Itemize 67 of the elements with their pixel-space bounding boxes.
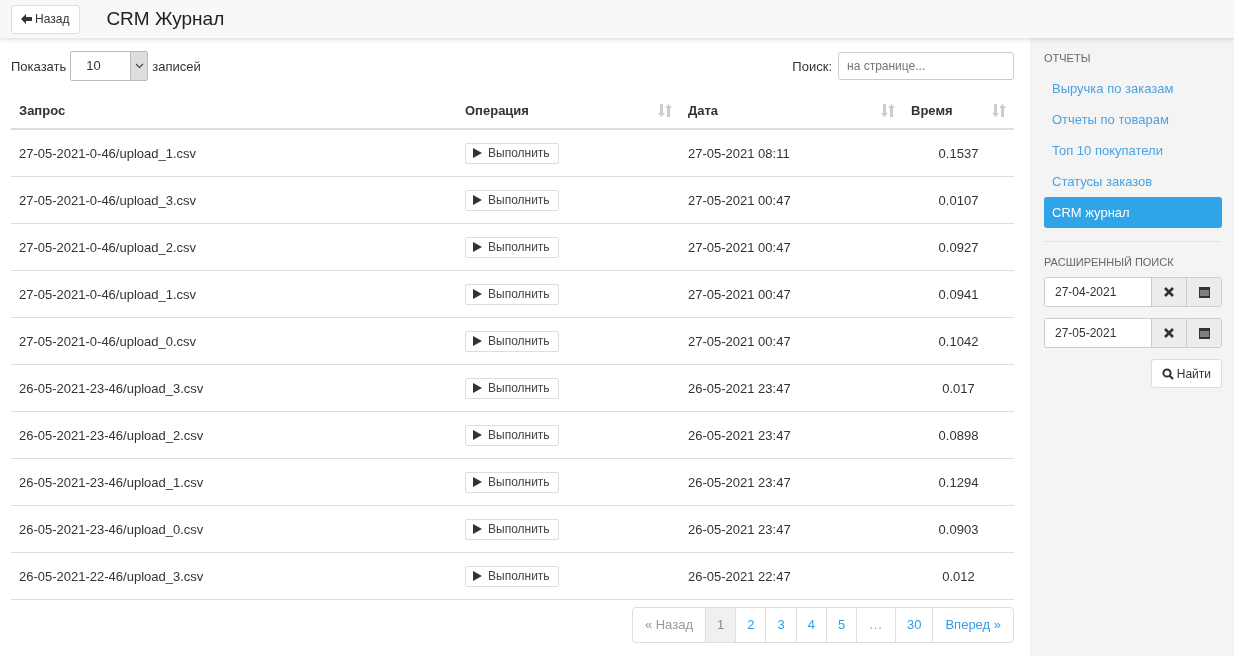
date-cell: 27-05-2021 08:11 bbox=[688, 145, 790, 161]
date-cell: 27-05-2021 00:47 bbox=[688, 192, 791, 208]
run-button[interactable]: Выполнить bbox=[465, 565, 559, 587]
request-cell: 27-05-2021-0-46/upload_2.csv bbox=[19, 239, 197, 255]
time-cell: 0.0941 bbox=[938, 286, 979, 302]
date-cell: 26-05-2021 23:47 bbox=[688, 474, 791, 490]
request-cell: 27-05-2021-0-46/upload_3.csv bbox=[19, 192, 197, 208]
run-button[interactable]: Выполнить bbox=[465, 189, 559, 211]
run-button[interactable]: Выполнить bbox=[465, 518, 559, 540]
time-cell: 0.0927 bbox=[938, 239, 979, 255]
find-button[interactable]: Найти bbox=[1150, 359, 1222, 388]
play-icon bbox=[473, 571, 482, 581]
date-cell: 27-05-2021 00:47 bbox=[688, 286, 791, 302]
search-label: Поиск: bbox=[792, 58, 832, 74]
play-icon bbox=[473, 242, 482, 252]
request-cell: 26-05-2021-23-46/upload_2.csv bbox=[19, 427, 204, 443]
play-icon bbox=[473, 430, 482, 440]
entries-label: записей bbox=[152, 58, 201, 74]
play-icon bbox=[473, 289, 482, 299]
request-cell: 26-05-2021-22-46/upload_3.csv bbox=[19, 568, 204, 584]
column-header[interactable]: Дата bbox=[688, 102, 719, 118]
run-button[interactable]: Выполнить bbox=[465, 424, 559, 446]
date-cell: 26-05-2021 23:47 bbox=[688, 380, 791, 396]
date-cell: 27-05-2021 00:47 bbox=[688, 333, 791, 349]
request-cell: 26-05-2021-23-46/upload_3.csv bbox=[19, 380, 204, 396]
date-cell: 26-05-2021 23:47 bbox=[688, 521, 791, 537]
date-cell: 27-05-2021 00:47 bbox=[688, 239, 791, 255]
play-icon bbox=[473, 524, 482, 534]
request-cell: 27-05-2021-0-46/upload_0.csv bbox=[19, 333, 197, 349]
page-title: CRM Журнал bbox=[106, 8, 225, 30]
run-button[interactable]: Выполнить bbox=[465, 330, 559, 352]
back-button[interactable]: Назад bbox=[11, 4, 81, 34]
time-cell: 0.0903 bbox=[938, 521, 979, 537]
run-button[interactable]: Выполнить bbox=[465, 377, 559, 399]
time-cell: 0.1537 bbox=[938, 145, 979, 161]
reports-heading: ОТЧЕТЫ bbox=[1044, 52, 1092, 64]
request-cell: 26-05-2021-23-46/upload_1.csv bbox=[19, 474, 204, 490]
show-label: Показать bbox=[11, 58, 67, 74]
time-cell: 0.0107 bbox=[938, 192, 979, 208]
time-cell: 0.0898 bbox=[938, 427, 979, 443]
page-size-select[interactable]: 10 bbox=[70, 51, 149, 81]
arrow-left-icon bbox=[21, 14, 32, 24]
request-cell: 27-05-2021-0-46/upload_1.csv bbox=[19, 286, 197, 302]
time-cell: 0.017 bbox=[942, 380, 975, 396]
column-header[interactable]: Операция bbox=[465, 102, 529, 118]
play-icon bbox=[473, 383, 482, 393]
time-cell: 0.1042 bbox=[938, 333, 979, 349]
advanced-search-heading: РАСШИРЕННЫЙ ПОИСК bbox=[1044, 256, 1175, 268]
play-icon bbox=[473, 148, 482, 158]
play-icon bbox=[473, 195, 482, 205]
chevron-down-icon bbox=[134, 63, 144, 69]
request-cell: 27-05-2021-0-46/upload_1.csv bbox=[19, 145, 197, 161]
search-field[interactable]: на странице... bbox=[838, 52, 1014, 80]
request-cell: 26-05-2021-23-46/upload_0.csv bbox=[19, 521, 204, 537]
column-header[interactable]: Запрос bbox=[19, 102, 66, 118]
run-button[interactable]: Выполнить bbox=[465, 283, 559, 305]
run-button[interactable]: Выполнить bbox=[465, 142, 559, 164]
play-icon bbox=[473, 336, 482, 346]
column-header[interactable]: Время bbox=[911, 102, 953, 118]
time-cell: 0.012 bbox=[942, 568, 975, 584]
play-icon bbox=[473, 477, 482, 487]
run-button[interactable]: Выполнить bbox=[465, 471, 559, 493]
run-button[interactable]: Выполнить bbox=[465, 236, 559, 258]
search-icon bbox=[1161, 367, 1174, 380]
date-cell: 26-05-2021 22:47 bbox=[688, 568, 791, 584]
date-cell: 26-05-2021 23:47 bbox=[688, 427, 791, 443]
time-cell: 0.1294 bbox=[938, 474, 979, 490]
